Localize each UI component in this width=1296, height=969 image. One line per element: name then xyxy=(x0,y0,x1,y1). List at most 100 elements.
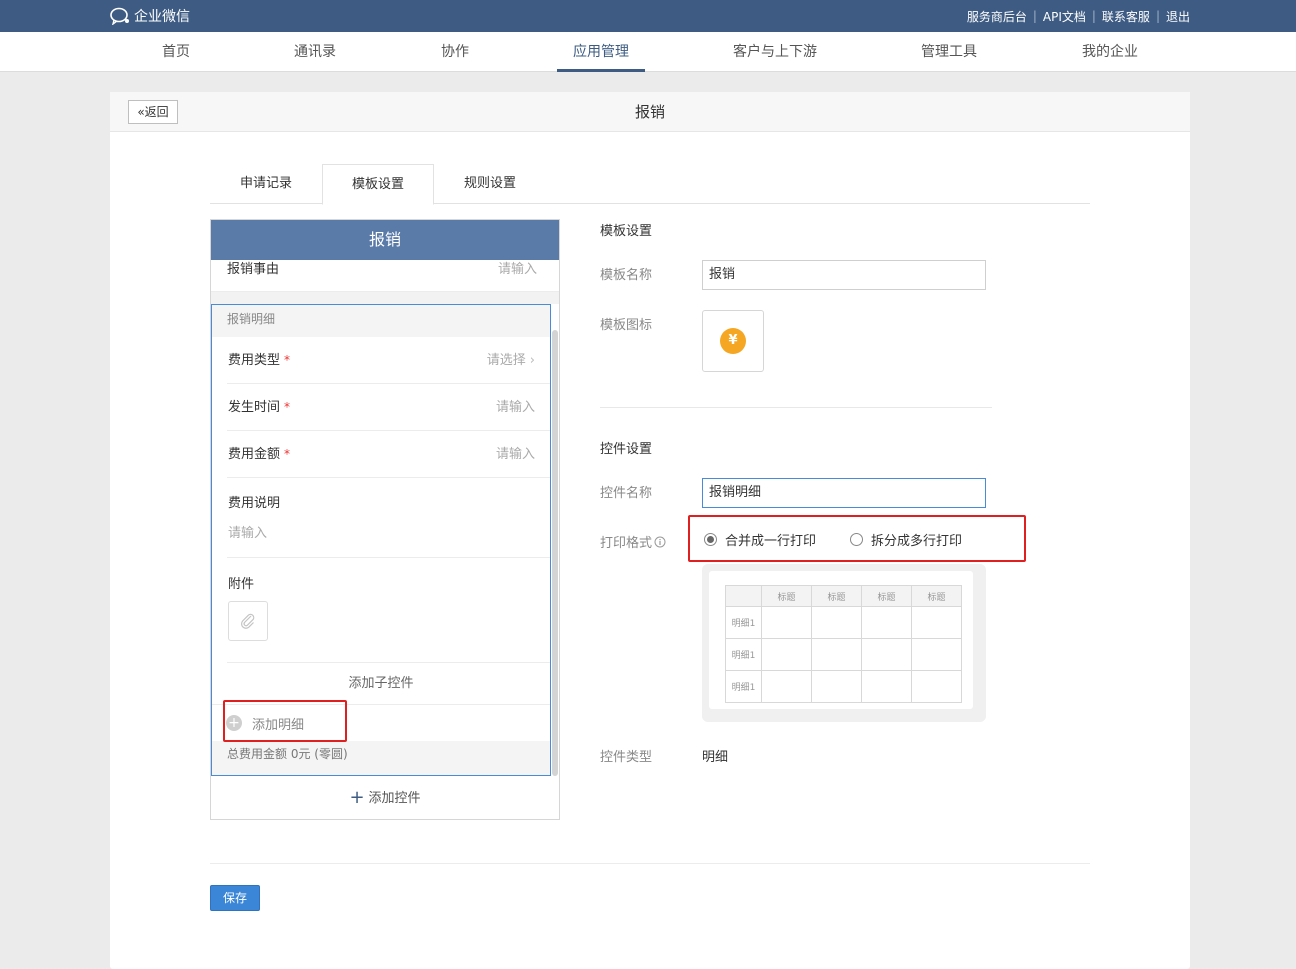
nav-item-my-company[interactable]: 我的企业 xyxy=(1082,32,1138,72)
tab-template-settings[interactable]: 模板设置 xyxy=(322,164,434,205)
info-icon[interactable] xyxy=(654,536,666,548)
table-row: 明细1 xyxy=(725,670,962,703)
link-separator: | xyxy=(1032,9,1037,23)
table-header-row: 标题 标题 标题 标题 xyxy=(725,585,962,607)
template-name-input[interactable]: 报销 xyxy=(702,260,986,290)
nav-item-contacts[interactable]: 通讯录 xyxy=(294,32,336,72)
main-card: 报销 «返回 申请记录 模板设置 规则设置 报销 报销事由 请输入 报销明细 费… xyxy=(110,92,1190,969)
print-format-label-wrap: 打印格式 xyxy=(600,532,666,551)
attachment-upload[interactable] xyxy=(228,601,268,641)
add-control-button[interactable]: + 添加控件 xyxy=(211,776,559,819)
footer-divider xyxy=(210,863,1090,864)
table-cell xyxy=(861,606,912,639)
nav-item-customers[interactable]: 客户与上下游 xyxy=(733,32,817,72)
table-cell xyxy=(811,606,862,639)
print-format-preview: 标题 标题 标题 标题 明细1 明细1 明细1 xyxy=(702,564,986,722)
field-reason[interactable]: 报销事由 请输入 xyxy=(211,260,559,292)
detail-header: 报销明细 xyxy=(212,305,550,337)
chevron-right-icon: › xyxy=(529,353,535,368)
table-cell xyxy=(911,638,962,671)
tab-bar: 申请记录 模板设置 规则设置 xyxy=(210,164,1090,205)
field-expense-amount[interactable]: 费用金额 * 请输入 xyxy=(227,431,550,478)
logo[interactable]: 企业微信 xyxy=(110,6,190,26)
table-cell xyxy=(761,638,812,671)
nav-active-indicator xyxy=(557,69,645,72)
table-cell xyxy=(761,670,812,703)
table-row: 明细1 xyxy=(725,606,962,639)
back-button[interactable]: «返回 xyxy=(128,100,178,124)
control-name-input[interactable]: 报销明细 xyxy=(702,478,986,508)
page-title: 报销 xyxy=(634,103,665,121)
control-name-label: 控件名称 xyxy=(600,486,653,501)
card-header: 报销 «返回 xyxy=(110,92,1190,132)
field-label-wrap: 费用类型 * xyxy=(228,337,290,384)
table-cell xyxy=(911,670,962,703)
field-placeholder: 请输入 xyxy=(228,526,268,541)
table-cell xyxy=(761,606,812,639)
logo-text: 企业微信 xyxy=(134,9,190,25)
link-separator: | xyxy=(1091,9,1096,23)
nav-item-home[interactable]: 首页 xyxy=(162,32,190,72)
scrollbar-thumb[interactable] xyxy=(552,330,558,776)
add-sub-control-button[interactable]: 添加子控件 xyxy=(212,663,550,705)
row-label: 明细1 xyxy=(725,606,762,639)
field-label-wrap: 费用金额 * xyxy=(228,431,290,478)
section-divider xyxy=(600,407,992,408)
table-cell xyxy=(911,606,962,639)
field-expense-type[interactable]: 费用类型 * 请选择 › xyxy=(227,337,550,384)
field-placeholder: 请输入 xyxy=(497,262,537,277)
field-attachment[interactable]: 附件 xyxy=(227,558,550,663)
field-label-wrap: 发生时间 * xyxy=(228,384,290,431)
total-amount: 总费用金额 0元 (零圆) xyxy=(212,741,550,775)
table-cell xyxy=(861,670,912,703)
table-cell xyxy=(811,670,862,703)
row-label: 明细1 xyxy=(725,638,762,671)
yen-coin-icon: ¥ xyxy=(720,328,746,354)
print-preview-sheet: 标题 标题 标题 标题 明细1 明细1 明细1 xyxy=(709,571,973,709)
highlight-box-add-detail xyxy=(223,700,347,742)
tab-rule-settings[interactable]: 规则设置 xyxy=(434,164,546,204)
preview-header: 报销 xyxy=(211,220,559,260)
link-api-docs[interactable]: API文档 xyxy=(1043,8,1086,25)
plus-icon: + xyxy=(349,787,365,808)
field-label: 发生时间 xyxy=(228,400,281,415)
required-mark: * xyxy=(284,447,291,461)
link-logout[interactable]: 退出 xyxy=(1166,8,1190,25)
nav-item-management-tools[interactable]: 管理工具 xyxy=(921,32,977,72)
link-provider-admin[interactable]: 服务商后台 xyxy=(967,8,1027,25)
field-placeholder: 请输入 xyxy=(495,447,535,462)
top-links: 服务商后台 | API文档 | 联系客服 | 退出 xyxy=(967,0,1190,32)
link-support[interactable]: 联系客服 xyxy=(1102,8,1150,25)
highlight-box-print-format xyxy=(688,515,1026,562)
control-settings-title: 控件设置 xyxy=(600,442,653,457)
top-bar: 企业微信 服务商后台 | API文档 | 联系客服 | 退出 xyxy=(0,0,1296,32)
template-name-label: 模板名称 xyxy=(600,268,653,283)
table-header: 标题 xyxy=(861,585,912,607)
save-button[interactable]: 保存 xyxy=(210,885,260,911)
template-settings-title: 模板设置 xyxy=(600,224,653,239)
table-header: 标题 xyxy=(811,585,862,607)
field-occur-time[interactable]: 发生时间 * 请输入 xyxy=(227,384,550,431)
field-placeholder-wrap: 请选择 › xyxy=(487,337,535,384)
table-corner xyxy=(725,585,762,607)
table-cell xyxy=(861,638,912,671)
double-chevron-left-icon: « xyxy=(137,105,145,119)
back-label: 返回 xyxy=(144,105,169,119)
section-gap xyxy=(211,292,559,304)
field-expense-desc[interactable]: 费用说明 请输入 xyxy=(227,478,550,558)
table-row: 明细1 xyxy=(725,638,962,671)
nav-item-collaboration[interactable]: 协作 xyxy=(441,32,469,72)
field-label: 附件 xyxy=(228,577,255,592)
control-type-label: 控件类型 xyxy=(600,750,653,765)
tab-records[interactable]: 申请记录 xyxy=(210,164,322,204)
template-icon-picker[interactable]: ¥ xyxy=(702,310,764,372)
nav-item-app-management[interactable]: 应用管理 xyxy=(573,32,629,72)
required-mark: * xyxy=(284,353,291,367)
link-separator: | xyxy=(1155,9,1160,23)
print-preview-table: 标题 标题 标题 标题 明细1 明细1 明细1 xyxy=(725,585,962,703)
field-label: 费用说明 xyxy=(228,496,281,511)
field-placeholder: 请选择 xyxy=(486,353,526,368)
wecom-logo-icon xyxy=(110,7,129,25)
field-label: 费用类型 xyxy=(228,353,281,368)
template-icon-label: 模板图标 xyxy=(600,318,653,333)
